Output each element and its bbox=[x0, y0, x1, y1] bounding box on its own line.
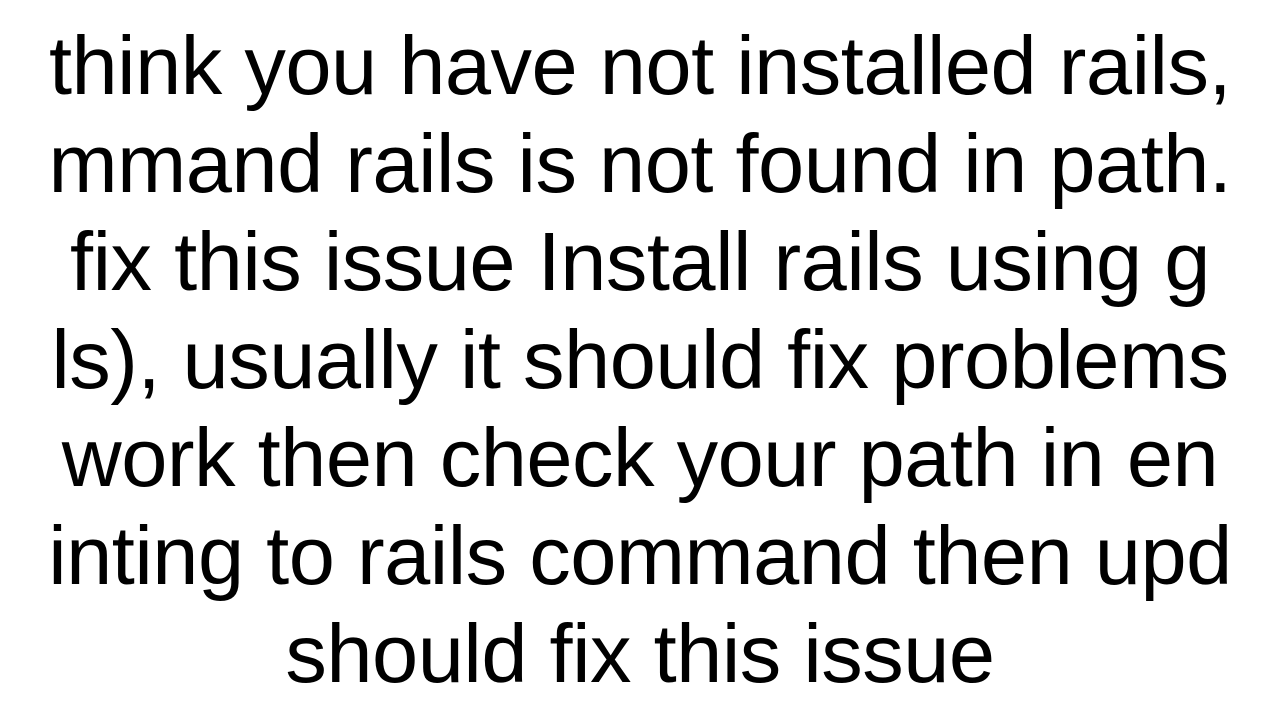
text-line-1: think you have not installed rails, bbox=[48, 17, 1232, 115]
text-container: think you have not installed rails, mman… bbox=[0, 0, 1280, 720]
text-content: think you have not installed rails, mman… bbox=[48, 17, 1232, 703]
text-line-7: should fix this issue bbox=[48, 605, 1232, 703]
text-line-6: inting to rails command then upd bbox=[48, 507, 1232, 605]
text-line-2: mmand rails is not found in path. bbox=[48, 115, 1232, 213]
text-line-3: fix this issue Install rails using g bbox=[48, 213, 1232, 311]
text-line-5: work then check your path in en bbox=[48, 409, 1232, 507]
text-line-4: ls), usually it should fix problems bbox=[48, 311, 1232, 409]
